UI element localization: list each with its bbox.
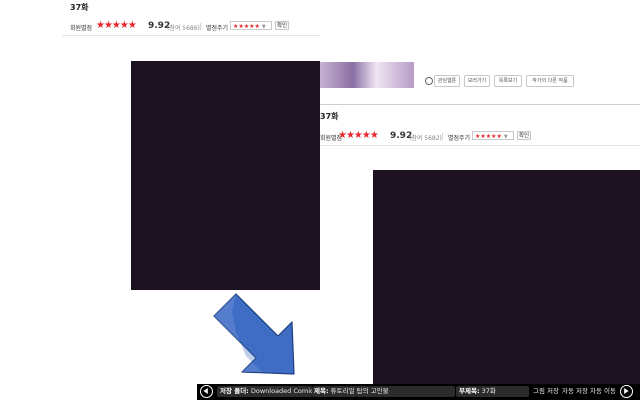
confirm-button[interactable]: 확인: [517, 131, 531, 140]
subtitle-field[interactable]: 부제목: 37화: [456, 386, 529, 397]
divider: [320, 104, 640, 105]
rating-participants: (참여 5686): [167, 25, 200, 32]
rating-stars: ★★★★★: [96, 20, 137, 31]
rating-stars: ★★★★★: [338, 130, 379, 141]
arrow-left-icon: [203, 388, 208, 394]
other-works-button[interactable]: 작가의 다른 작품: [526, 75, 574, 87]
prev-button[interactable]: [200, 385, 213, 398]
rate-select-stars: ★★★★★: [233, 23, 260, 30]
rate-label: 별점주기: [448, 135, 471, 142]
arrow-right-icon: [624, 388, 629, 394]
rate-select[interactable]: ★★★★★ ▼: [472, 131, 514, 140]
divider: [62, 35, 320, 36]
subtitle-value: 37화: [481, 387, 496, 395]
chevron-down-icon: ▼: [261, 24, 266, 30]
next-button[interactable]: [620, 385, 633, 398]
divider: [200, 23, 201, 30]
episode-title: 37화: [320, 112, 339, 121]
favorite-button[interactable]: 관심웹툰: [434, 75, 460, 87]
blue-arrow-icon: [213, 293, 295, 375]
rate-select-stars: ★★★★★: [475, 133, 502, 140]
auto-move-toggle[interactable]: 자동 이동: [590, 386, 616, 397]
auto-save-toggle[interactable]: 자동 저장: [562, 386, 588, 397]
save-folder-label: 저장 폴더:: [220, 387, 249, 395]
rate-label: 별점주기: [206, 25, 229, 32]
confirm-button[interactable]: 확인: [275, 21, 289, 30]
go-view-button[interactable]: 보러가기: [464, 75, 490, 87]
rating-participants: (참여 5682): [409, 135, 442, 142]
chevron-down-icon: ▼: [503, 134, 508, 140]
favorite-icon: [425, 77, 433, 85]
save-folder-field[interactable]: 저장 폴더: Downloaded Comics: [217, 386, 312, 397]
divider: [320, 145, 640, 146]
list-button[interactable]: 목록보기: [494, 75, 522, 87]
member-rating-label: 회원별점: [70, 25, 93, 32]
comic-panel-image: [373, 170, 640, 384]
title-field[interactable]: 제목: 튜토리얼 탑의 고인물: [312, 386, 455, 397]
episode-title: 37화: [70, 3, 89, 12]
divider: [442, 133, 443, 140]
rate-select[interactable]: ★★★★★ ▼: [230, 21, 272, 30]
title-label: 제목:: [314, 387, 329, 395]
save-image-button[interactable]: 그림 저장: [533, 386, 559, 397]
save-folder-value: Downloaded Comics: [250, 387, 312, 395]
subtitle-label: 부제목:: [459, 387, 480, 395]
title-value: 튜토리얼 탑의 고인물: [330, 387, 389, 395]
comic-panel-image: [131, 61, 320, 290]
webtoon-thumbnail: [320, 62, 414, 88]
